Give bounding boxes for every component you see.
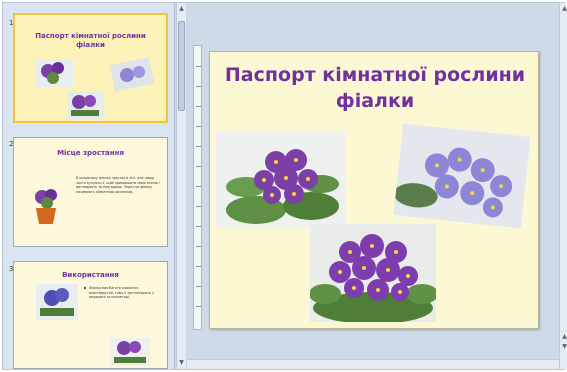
current-slide[interactable]: Паспорт кімнатної рослини фіалки bbox=[209, 51, 539, 329]
slide-title[interactable]: Паспорт кімнатної рослини фіалки bbox=[220, 62, 530, 114]
presentation-window: 1 Паспорт кімнатної рослини фіалки 2 Міс… bbox=[2, 2, 567, 370]
blue-violet-image bbox=[393, 123, 531, 229]
scroll-up-icon[interactable]: ▲ bbox=[178, 5, 185, 13]
slide-thumbnail-3[interactable]: Використання Фіалка має багато корисних … bbox=[13, 261, 168, 369]
vertical-ruler bbox=[193, 45, 202, 330]
violet-photo-3[interactable] bbox=[310, 224, 436, 322]
editor-horizontal-scrollbar[interactable] bbox=[187, 359, 559, 369]
violet-photo-1[interactable] bbox=[216, 132, 346, 228]
scroll-thumb[interactable] bbox=[178, 21, 185, 111]
thumbnail-body-text: В основному фіалка зростає в лісі. Але л… bbox=[76, 176, 160, 194]
scroll-down-icon[interactable]: ▼ bbox=[561, 343, 567, 351]
violet-bouquet-image bbox=[310, 224, 436, 322]
thumbnail-scrollbar[interactable]: ▲ ▼ bbox=[176, 3, 186, 369]
violet-photo-2[interactable] bbox=[393, 123, 531, 229]
scroll-up-icon[interactable]: ▲ bbox=[561, 5, 567, 13]
slide-thumbnail-pane: 1 Паспорт кімнатної рослини фіалки 2 Міс… bbox=[3, 3, 175, 369]
slide-editor: Паспорт кімнатної рослини фіалки bbox=[187, 3, 559, 369]
slide-thumbnail-1[interactable]: Паспорт кімнатної рослини фіалки bbox=[13, 13, 168, 123]
purple-violet-image bbox=[216, 132, 346, 228]
scroll-up-icon[interactable]: ▲ bbox=[561, 333, 567, 341]
editor-vertical-scrollbar[interactable]: ▲ ▲ ▼ bbox=[559, 3, 567, 369]
slide-thumbnail-2[interactable]: Місце зростання В основному фіалка зрост… bbox=[13, 137, 168, 247]
thumbnail-photos bbox=[36, 284, 150, 366]
scroll-down-icon[interactable]: ▼ bbox=[178, 359, 185, 367]
thumbnail-body-text: Фіалка має багато корисних властивостей,… bbox=[89, 286, 155, 299]
thumbnail-photos bbox=[35, 57, 155, 120]
